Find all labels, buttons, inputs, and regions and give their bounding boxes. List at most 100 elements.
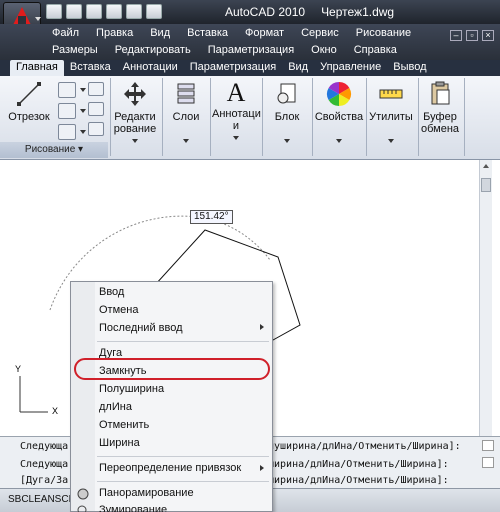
- menu-item-length[interactable]: длИна: [99, 401, 132, 413]
- hatch-icon[interactable]: [88, 122, 104, 136]
- menu-file[interactable]: Файл: [52, 27, 79, 39]
- submenu-arrow-icon: [260, 465, 264, 471]
- menu-help[interactable]: Справка: [354, 44, 397, 56]
- menu-insert[interactable]: Вставка: [187, 27, 228, 39]
- ribbon-divider: [262, 78, 263, 156]
- menu-view[interactable]: Вид: [150, 27, 170, 39]
- layers-button[interactable]: Слои: [164, 80, 208, 143]
- chevron-down-icon: [336, 139, 342, 143]
- command-history-line: пуширина/длИна/Отменить/Ширина]:: [268, 441, 461, 452]
- move-arrows-icon: [124, 82, 146, 106]
- menu-item-zoom[interactable]: Зумирование: [99, 504, 167, 512]
- ellipse-icon[interactable]: [58, 124, 76, 140]
- save-icon[interactable]: [86, 4, 102, 19]
- text-a-icon: A: [226, 78, 246, 107]
- draw-group-label[interactable]: Рисование ▾: [0, 142, 108, 158]
- status-command-name: SBCLEANSCR: [8, 494, 76, 505]
- command-history-line: Следующа: [20, 459, 69, 470]
- menu-item-halfwidth[interactable]: Полуширина: [99, 383, 164, 395]
- menu-draw[interactable]: Рисование: [356, 27, 411, 39]
- open-folder-icon[interactable]: [66, 4, 82, 19]
- menu-item-width[interactable]: Ширина: [99, 437, 140, 449]
- tab-insert[interactable]: Вставка: [64, 60, 117, 76]
- tab-parametric[interactable]: Параметризация: [184, 60, 282, 76]
- submenu-arrow-icon: [260, 324, 264, 330]
- circle-icon[interactable]: [58, 103, 76, 119]
- chevron-down-icon: [284, 139, 290, 143]
- annotation-button[interactable]: A Аннотаци и: [212, 78, 261, 140]
- block-button[interactable]: Блок: [264, 80, 310, 143]
- menu-item-snap-overrides[interactable]: Переопределение привязок: [99, 462, 241, 474]
- rectangle-icon[interactable]: [88, 82, 104, 96]
- zoom-icon: [77, 505, 87, 512]
- scroll-up-icon[interactable]: [483, 164, 489, 168]
- tab-annotate[interactable]: Аннотации: [117, 60, 184, 76]
- close-icon[interactable]: ×: [482, 30, 494, 41]
- ribbon-panel: Отрезок Рисование ▾ Редакти рование Слои…: [0, 76, 500, 160]
- polyline-icon[interactable]: [58, 82, 76, 98]
- chevron-down-icon: [132, 139, 138, 143]
- new-file-icon[interactable]: [46, 4, 62, 19]
- chevron-down-icon: [388, 139, 394, 143]
- command-prompt-line[interactable]: ширина/длИна/Отменить/Ширина]:: [268, 475, 449, 486]
- title-bar: AutoCAD 2010 Чертеж1.dwg: [0, 0, 500, 36]
- scroll-up-icon[interactable]: [482, 440, 494, 451]
- ribbon-divider: [210, 78, 211, 156]
- tab-output[interactable]: Вывод: [387, 60, 432, 76]
- annotation-label-1: Аннотаци: [212, 108, 261, 120]
- ribbon-divider: [162, 78, 163, 156]
- menu-item-undo[interactable]: Отменить: [99, 419, 149, 431]
- menu-dimension[interactable]: Размеры: [52, 44, 98, 56]
- menu-format[interactable]: Формат: [245, 27, 284, 39]
- menu-edit[interactable]: Правка: [96, 27, 133, 39]
- line-button[interactable]: Отрезок: [8, 80, 50, 123]
- window-controls: – ▫ ×: [450, 30, 494, 41]
- menu-separator: [97, 341, 269, 342]
- ellipse-dropdown-icon[interactable]: [80, 130, 86, 134]
- block-icon: [277, 83, 296, 104]
- arc-icon[interactable]: [88, 102, 104, 116]
- ribbon-divider: [464, 78, 465, 156]
- polyline-dropdown-icon[interactable]: [80, 88, 86, 92]
- scroll-thumb[interactable]: [481, 178, 491, 192]
- menu-item-pan[interactable]: Панорамирование: [99, 487, 194, 499]
- menu-modify[interactable]: Редактировать: [115, 44, 191, 56]
- pan-hand-icon: [77, 488, 89, 500]
- menu-separator: [97, 456, 269, 457]
- minimize-icon[interactable]: –: [450, 30, 462, 41]
- layers-icon: [177, 83, 195, 104]
- annotation-label-2: и: [232, 120, 240, 132]
- menu-item-recent-input[interactable]: Последний ввод: [99, 322, 183, 334]
- tab-home[interactable]: Главная: [10, 60, 64, 76]
- menu-tools[interactable]: Сервис: [301, 27, 339, 39]
- modify-button[interactable]: Редакти рование: [110, 80, 160, 143]
- clipboard-button[interactable]: Буфер обмена: [418, 80, 462, 135]
- properties-button[interactable]: Свойства: [314, 80, 364, 143]
- chevron-down-icon: [35, 17, 41, 21]
- scroll-down-icon[interactable]: [482, 457, 494, 468]
- context-menu-gutter: [71, 282, 95, 511]
- command-prompt-line[interactable]: [Дуга/За: [20, 475, 68, 486]
- tab-manage[interactable]: Управление: [314, 60, 387, 76]
- circle-dropdown-icon[interactable]: [80, 109, 86, 113]
- undo-icon[interactable]: [106, 4, 122, 19]
- clipboard-icon: [431, 81, 450, 105]
- redo-icon[interactable]: [126, 4, 142, 19]
- app-name: AutoCAD 2010: [225, 5, 306, 19]
- quick-access-toolbar: [46, 4, 162, 19]
- menu-bar: Файл Правка Вид Вставка Формат Сервис Ри…: [0, 24, 500, 60]
- print-icon[interactable]: [146, 4, 162, 19]
- menu-window[interactable]: Окно: [311, 44, 337, 56]
- menu-parametric[interactable]: Параметризация: [208, 44, 294, 56]
- file-name: Чертеж1.dwg: [321, 5, 395, 19]
- tab-view[interactable]: Вид: [282, 60, 314, 76]
- command-history-line: Следующа: [20, 441, 69, 452]
- angle-tooltip: 151.42°: [190, 210, 233, 224]
- properties-label: Свойства: [314, 111, 364, 123]
- vertical-scrollbar[interactable]: [479, 160, 492, 436]
- clipboard-label-2: обмена: [420, 123, 460, 135]
- utilities-button[interactable]: Утилиты: [366, 80, 416, 143]
- restore-icon[interactable]: ▫: [466, 30, 478, 41]
- menu-item-cancel[interactable]: Отмена: [99, 304, 138, 316]
- menu-item-enter[interactable]: Ввод: [99, 286, 124, 298]
